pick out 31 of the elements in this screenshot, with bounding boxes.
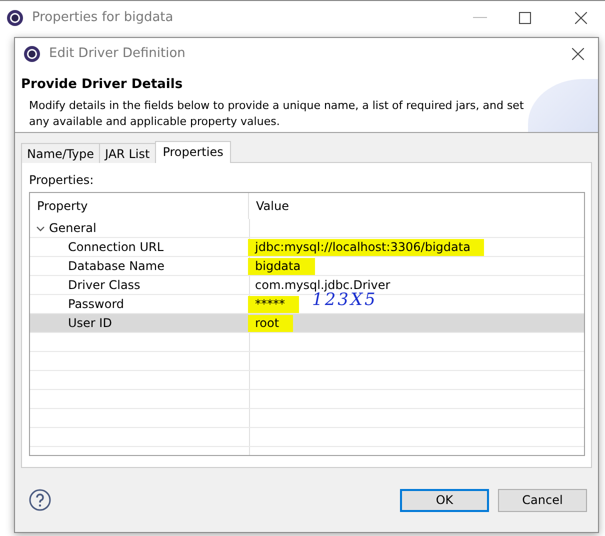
property-row[interactable]: Connection URL jdbc:mysql://localhost:3306/bigdata [30, 238, 584, 257]
property-name: User ID [67, 316, 113, 330]
tab[interactable]: Name/Type [21, 143, 100, 163]
property-name: Connection URL [67, 240, 165, 254]
dialog-title: Edit Driver Definition [49, 46, 186, 61]
column-header[interactable]: Property [30, 193, 249, 219]
chevron-icon[interactable] [36, 224, 45, 232]
tab[interactable]: JAR List [99, 143, 156, 163]
close-icon[interactable] [575, 12, 587, 24]
dialog-description: Modify details in the fields below to provide a unique name, a list of required jars, and set any available and applicable property values. [29, 98, 525, 130]
maximize-icon[interactable] [519, 12, 531, 24]
dialog-heading: Provide Driver Details [21, 77, 184, 92]
property-name: Driver Class [67, 278, 142, 292]
dialog-button[interactable]: OK [400, 488, 489, 512]
highlighted-value: root [248, 314, 294, 332]
dialog-button[interactable]: Cancel [498, 488, 587, 512]
help-icon[interactable] [29, 489, 51, 511]
highlighted-value: bigdata [248, 258, 315, 274]
property-name: Password [67, 297, 126, 311]
highlighted-value: jdbc:mysql://localhost:3306/bigdata [248, 238, 484, 256]
close-icon[interactable] [572, 48, 584, 60]
property-row[interactable]: User ID root [30, 314, 584, 333]
properties-label: Properties: [29, 173, 95, 187]
group-label: General [49, 221, 96, 235]
property-name: Database Name [67, 259, 166, 273]
property-row[interactable]: Database Name bigdata [30, 257, 584, 276]
tab[interactable]: Properties [154, 141, 232, 163]
highlighted-value: ***** [248, 296, 299, 312]
property-value: com.mysql.jdbc.Driver [254, 276, 392, 292]
column-header[interactable]: Value [249, 193, 584, 219]
window-title: Properties for bigdata [32, 10, 174, 25]
